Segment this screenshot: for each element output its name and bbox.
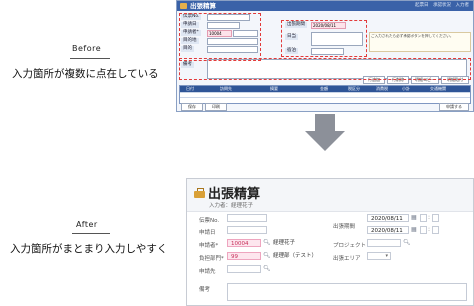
- field-label: 出張エリア: [333, 256, 361, 262]
- before-underline: [70, 58, 110, 59]
- period-to-input[interactable]: 2020/08/11: [367, 226, 409, 234]
- field-label: 伝票No.: [199, 218, 220, 224]
- before-title: 出張精算: [190, 2, 216, 10]
- down-arrow-icon: [305, 131, 345, 151]
- section-code-input[interactable]: 99: [227, 252, 261, 260]
- before-note: ご入力されたら必ず承認ボタンを押してください。: [369, 32, 471, 52]
- calendar-icon[interactable]: ▦: [411, 214, 417, 222]
- before-print-button[interactable]: 印刷: [205, 103, 227, 111]
- field-label: 備考: [199, 287, 211, 293]
- field-label: 負担部門*: [199, 256, 224, 262]
- applicant-code-input[interactable]: 10004: [227, 239, 261, 247]
- field-label: 申請者*: [199, 243, 219, 249]
- highlight-box: [281, 20, 367, 57]
- highlight-box: [179, 13, 261, 61]
- time-separator: :: [428, 226, 431, 233]
- highlight-box: [179, 58, 471, 80]
- before-label: Before: [72, 44, 102, 53]
- calendar-icon[interactable]: ▦: [411, 226, 417, 234]
- project-input[interactable]: [367, 239, 401, 247]
- after-subtitle: 入力者：経理花子: [209, 203, 254, 209]
- after-description: 入力箇所がまとまり入力しやすく: [10, 243, 168, 255]
- field-label: 出張期間: [333, 224, 356, 230]
- period-from-minute-input[interactable]: [432, 214, 439, 222]
- briefcase-icon: [194, 188, 205, 198]
- period-to-time-input[interactable]: [420, 226, 427, 234]
- briefcase-icon: [180, 3, 187, 9]
- after-header: 出張精算 入力者：経理花子: [187, 179, 473, 212]
- after-label: After: [76, 220, 98, 229]
- period-to-minute-input[interactable]: [432, 226, 439, 234]
- apply-date-input[interactable]: [227, 226, 267, 234]
- after-underline: [72, 233, 110, 234]
- field-label: 申請先: [199, 269, 216, 275]
- after-screenshot: 出張精算 入力者：経理花子 伝票No. 申請日 申請者* 10004 🔍︎ 経理…: [186, 178, 474, 306]
- search-icon[interactable]: 🔍︎: [263, 265, 271, 273]
- search-icon[interactable]: 🔍︎: [403, 239, 411, 247]
- section-name: 経理部（テスト）: [273, 253, 318, 259]
- search-icon[interactable]: 🔍︎: [263, 252, 271, 260]
- applicant-name: 経理花子: [273, 240, 296, 246]
- voucher-no-input[interactable]: [227, 214, 267, 222]
- before-detail-grid: 日付 訪問先 摘要 金額 税区分 消費税 小計 交通機関: [179, 85, 471, 104]
- before-header-status: 起票日 承認状況 入力者: [415, 3, 469, 8]
- before-title-bar: 出張精算 起票日 承認状況 入力者: [177, 1, 473, 11]
- period-from-time-input[interactable]: [420, 214, 427, 222]
- before-save-button[interactable]: 保存: [181, 103, 203, 111]
- before-screenshot: 出張精算 起票日 承認状況 入力者 伝票No. 申請日 申請者* 10004 目…: [176, 0, 474, 112]
- down-arrow-stem: [315, 114, 335, 132]
- after-title: 出張精算: [208, 187, 261, 202]
- field-label: 申請日: [199, 230, 216, 236]
- before-submit-button[interactable]: 申請する: [439, 103, 469, 111]
- field-label: プロジェクト: [333, 243, 367, 249]
- remarks-input[interactable]: [227, 283, 467, 301]
- period-from-input[interactable]: 2020/08/11: [367, 214, 409, 222]
- time-separator: :: [428, 214, 431, 221]
- area-select[interactable]: ▾: [367, 252, 391, 260]
- approver-input[interactable]: [227, 265, 261, 273]
- search-icon[interactable]: 🔍︎: [263, 239, 271, 247]
- before-description: 入力箇所が複数に点在している: [12, 68, 159, 80]
- chevron-down-icon: ▾: [385, 253, 388, 259]
